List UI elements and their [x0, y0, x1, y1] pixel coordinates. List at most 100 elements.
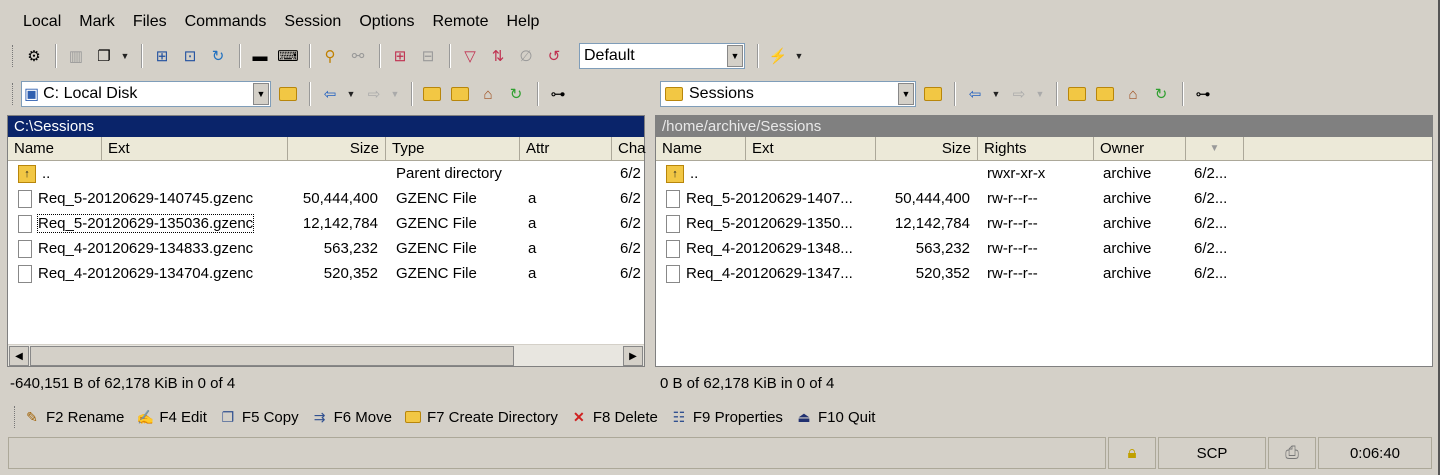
edit-button[interactable]: ✍ F4 Edit: [136, 408, 207, 426]
menu-local[interactable]: Local: [14, 10, 70, 34]
transfer-dropdown-icon[interactable]: ▼: [793, 51, 805, 61]
column-size[interactable]: Size: [288, 137, 386, 161]
toolbar-grip[interactable]: [14, 406, 17, 428]
filter-icon[interactable]: ▽: [457, 43, 483, 69]
back-arrow-icon[interactable]: ⇦: [962, 81, 988, 107]
transfer-lightning-icon[interactable]: ⚡: [765, 43, 791, 69]
file-owner: archive: [1103, 190, 1152, 207]
scroll-right-icon[interactable]: ▶: [623, 346, 643, 366]
back-dropdown-icon[interactable]: ▼: [345, 89, 357, 99]
menu-files[interactable]: Files: [124, 10, 176, 34]
column-owner[interactable]: Owner: [1094, 137, 1186, 161]
copy-label: F5 Copy: [241, 408, 299, 426]
clear-selection-icon[interactable]: ∅: [513, 43, 539, 69]
unselect-files-icon[interactable]: ⊟: [415, 43, 441, 69]
file-rights: rw-r--r--: [987, 215, 1038, 232]
file-row[interactable]: Req_4-20120629-134704.gzenc 520,352 GZEN…: [8, 261, 644, 286]
refresh-directory-icon[interactable]: ↻: [503, 81, 529, 107]
binoculars-icon[interactable]: ⚯: [345, 43, 371, 69]
file-icon: [18, 190, 32, 209]
menu-commands[interactable]: Commands: [176, 10, 276, 34]
scroll-left-icon[interactable]: ◀: [9, 346, 29, 366]
chevron-down-icon[interactable]: ▼: [727, 45, 743, 67]
delete-button[interactable]: ✕ F8 Delete: [570, 408, 658, 426]
quit-button[interactable]: ⏏ F10 Quit: [795, 408, 875, 426]
column-changed[interactable]: Cha: [612, 137, 646, 161]
column-name[interactable]: Name: [8, 137, 102, 161]
transfer-settings-combo[interactable]: Default ▼: [579, 43, 745, 69]
column-type[interactable]: Type: [386, 137, 520, 161]
parent-directory-icon[interactable]: [419, 81, 445, 107]
forward-arrow-icon[interactable]: ⇨: [361, 81, 387, 107]
home-directory-icon[interactable]: ⌂: [475, 81, 501, 107]
menu-options[interactable]: Options: [350, 10, 423, 34]
column-ext[interactable]: Ext: [746, 137, 876, 161]
column-ext[interactable]: Ext: [102, 137, 288, 161]
invert-selection-icon[interactable]: ⇅: [485, 43, 511, 69]
preferences-gear-icon[interactable]: ⚙: [21, 43, 47, 69]
chevron-down-icon[interactable]: ▼: [253, 83, 269, 105]
open-folder-icon[interactable]: [275, 81, 301, 107]
queue-dropdown-icon[interactable]: ▼: [119, 51, 131, 61]
column-size[interactable]: Size: [876, 137, 978, 161]
column-rights[interactable]: Rights: [978, 137, 1094, 161]
local-drive-combo[interactable]: ▣ C: Local Disk ▼: [21, 81, 271, 107]
toolbar-grip[interactable]: [12, 45, 15, 67]
compare-icon[interactable]: ▥: [63, 43, 89, 69]
file-row-focused[interactable]: Req_5-20120629-135036.gzenc 12,142,784 G…: [8, 211, 644, 236]
copy-button[interactable]: ❐ F5 Copy: [219, 408, 299, 426]
column-attr[interactable]: Attr: [520, 137, 612, 161]
remote-directory-combo[interactable]: Sessions ▼: [660, 81, 916, 107]
tree-view-icon[interactable]: ⊶: [545, 81, 571, 107]
restore-selection-icon[interactable]: ↺: [541, 43, 567, 69]
move-icon: ⇉: [313, 408, 326, 425]
queue-icon[interactable]: ❐: [91, 43, 117, 69]
file-row[interactable]: Req_4-20120629-1347... 520,352 rw-r--r--…: [656, 261, 1432, 286]
forward-dropdown-icon[interactable]: ▼: [1034, 89, 1046, 99]
file-size: 50,444,400: [894, 190, 970, 207]
back-dropdown-icon[interactable]: ▼: [990, 89, 1002, 99]
home-directory-icon[interactable]: ⌂: [1120, 81, 1146, 107]
root-directory-icon[interactable]: [447, 81, 473, 107]
move-button[interactable]: ⇉ F6 Move: [311, 408, 392, 426]
file-changed: 6/2: [620, 190, 641, 207]
keep-up-to-date-icon[interactable]: ⊡: [177, 43, 203, 69]
edit-icon: ✍: [136, 408, 155, 425]
refresh-directory-icon[interactable]: ↻: [1148, 81, 1174, 107]
find-files-icon[interactable]: ⚲: [317, 43, 343, 69]
forward-arrow-icon[interactable]: ⇨: [1006, 81, 1032, 107]
file-changed: 6/2: [620, 165, 641, 182]
file-row[interactable]: Req_5-20120629-1407... 50,444,400 rw-r--…: [656, 186, 1432, 211]
file-row[interactable]: Req_4-20120629-134833.gzenc 563,232 GZEN…: [8, 236, 644, 261]
file-rights: rw-r--r--: [987, 265, 1038, 282]
column-name[interactable]: Name: [656, 137, 746, 161]
parent-directory-icon[interactable]: [1064, 81, 1090, 107]
menu-mark[interactable]: Mark: [70, 10, 124, 34]
root-directory-icon[interactable]: [1092, 81, 1118, 107]
back-arrow-icon[interactable]: ⇦: [317, 81, 343, 107]
synchronize-icon[interactable]: ⊞: [149, 43, 175, 69]
refresh-icon[interactable]: ↻: [205, 43, 231, 69]
scrollbar-thumb[interactable]: [30, 346, 514, 366]
create-directory-button[interactable]: F7 Create Directory: [404, 408, 558, 426]
menu-help[interactable]: Help: [498, 10, 549, 34]
select-files-icon[interactable]: ⊞: [387, 43, 413, 69]
chevron-down-icon[interactable]: ▼: [898, 83, 914, 105]
tree-view-icon[interactable]: ⊶: [1190, 81, 1216, 107]
file-row[interactable]: Req_5-20120629-140745.gzenc 50,444,400 G…: [8, 186, 644, 211]
sort-chevron-down-icon[interactable]: ▼: [1186, 137, 1244, 161]
rename-button[interactable]: ✎ F2 Rename: [23, 408, 124, 426]
properties-button[interactable]: ☷ F9 Properties: [670, 408, 783, 426]
file-row[interactable]: ↑.. rwxr-xr-x archive 6/2...: [656, 161, 1432, 186]
putty-icon[interactable]: ⌨: [275, 43, 301, 69]
toolbar-grip[interactable]: [12, 83, 15, 105]
file-row[interactable]: ↑.. Parent directory 6/2: [8, 161, 644, 186]
menu-remote[interactable]: Remote: [423, 10, 497, 34]
horizontal-scrollbar[interactable]: ◀ ▶: [8, 344, 644, 366]
file-row[interactable]: Req_4-20120629-1348... 563,232 rw-r--r--…: [656, 236, 1432, 261]
menu-session[interactable]: Session: [275, 10, 350, 34]
file-row[interactable]: Req_5-20120629-1350... 12,142,784 rw-r--…: [656, 211, 1432, 236]
forward-dropdown-icon[interactable]: ▼: [389, 89, 401, 99]
console-icon[interactable]: ▬: [247, 43, 273, 69]
open-folder-icon[interactable]: [920, 81, 946, 107]
